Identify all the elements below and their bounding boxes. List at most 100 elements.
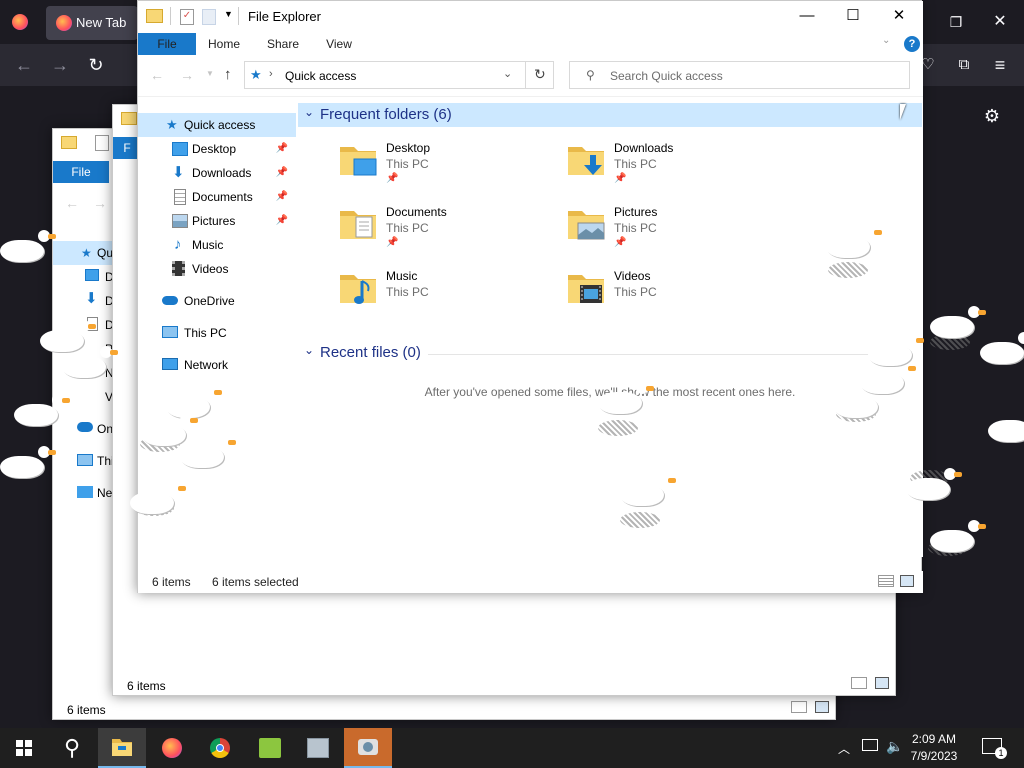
back-arrow-icon[interactable]: ← (150, 67, 164, 83)
star-icon: ★ (250, 67, 262, 82)
pin-icon: 📌 (386, 237, 399, 248)
back-arrow-icon[interactable]: ← (10, 51, 38, 79)
start-button[interactable] (0, 728, 48, 768)
nav-item-music[interactable]: ♪ Music (138, 233, 296, 257)
browser-close-icon[interactable]: ✕ (986, 8, 1014, 36)
folder-icon (146, 9, 163, 23)
forward-arrow-icon[interactable]: → (180, 67, 194, 83)
nav-item-label: Pictures (192, 214, 236, 228)
address-dropdown-icon[interactable]: ⌄ (503, 67, 512, 80)
recent-locations-icon[interactable]: ▼ (206, 69, 214, 78)
system-clock[interactable]: 2:09 AM 7/9/2023 (905, 731, 963, 765)
nav-item-this-pc[interactable]: This PC (138, 321, 296, 345)
new-folder-icon[interactable] (202, 9, 216, 25)
nav-item-label: Quick access (184, 118, 256, 132)
taskbar-app-camera[interactable] (344, 728, 392, 768)
maximize-button[interactable]: ☐ (830, 1, 876, 31)
folder-name: Downloads (614, 141, 674, 155)
folder-tile-downloads[interactable]: Downloads This PC 📌 (566, 139, 786, 195)
taskbar-app-green[interactable] (246, 728, 294, 768)
nav-item-quick-access[interactable]: ★ Quick access (138, 113, 296, 137)
ribbon-share-tab[interactable]: Share (258, 33, 308, 55)
network-icon (162, 358, 178, 370)
volume-muted-icon[interactable]: 🔈 (886, 738, 903, 755)
nav-item-downloads[interactable]: ⬇ Downloads 📌 (138, 161, 296, 185)
properties-icon[interactable]: ✓ (180, 9, 194, 25)
frequent-folders-header[interactable]: ⌄ Frequent folders (6) (298, 103, 922, 127)
folder-tile-pictures[interactable]: Pictures This PC 📌 (566, 203, 786, 259)
search-input[interactable]: ⚲ Search Quick access (569, 61, 910, 89)
minimize-button[interactable]: — (784, 1, 830, 31)
videos-folder-icon (566, 267, 606, 307)
browser-restore-icon[interactable]: ❐ (942, 8, 970, 36)
status-selected-count: 6 items selected (212, 575, 299, 589)
goose-shadow (598, 420, 638, 436)
folder-tile-music[interactable]: Music This PC (338, 267, 558, 323)
file-explorer-window[interactable]: ✓ ▼ File Explorer — ☐ ✕ File Home Share … (137, 0, 923, 593)
settings-gear-icon[interactable]: ⚙ (978, 102, 1006, 130)
nav-item-desktop[interactable]: Desktop 📌 (138, 137, 296, 161)
mouse-cursor-icon (900, 104, 912, 120)
taskbar-firefox[interactable] (148, 728, 196, 768)
goose-icon (930, 306, 986, 338)
breadcrumb-separator-icon[interactable]: › (269, 68, 273, 80)
menu-icon[interactable]: ≡ (986, 51, 1014, 79)
forward-arrow-icon[interactable]: → (46, 51, 74, 79)
pin-icon: 📌 (275, 143, 288, 154)
notification-badge: 1 (995, 747, 1007, 759)
recent-files-header[interactable]: ⌄ Recent files (0) (298, 341, 922, 365)
extensions-icon[interactable]: ⧉ (950, 51, 978, 79)
help-icon[interactable]: ? (904, 36, 920, 52)
back-arrow-icon[interactable]: ← (65, 195, 79, 211)
large-icons-view-icon[interactable] (900, 575, 914, 587)
up-arrow-icon[interactable]: ↑ (224, 66, 232, 83)
folder-tile-videos[interactable]: Videos This PC (566, 267, 786, 323)
pin-icon: 📌 (386, 173, 399, 184)
nav-item-label: Videos (192, 262, 229, 276)
music-icon: ♪ (174, 236, 182, 253)
details-view-icon[interactable] (878, 575, 894, 587)
large-icons-view-icon[interactable] (875, 677, 889, 689)
title-bar[interactable]: ✓ ▼ File Explorer — ☐ ✕ (138, 1, 923, 33)
ribbon-view-tab[interactable]: View (316, 33, 362, 55)
browser-tab[interactable]: New Tab (46, 6, 138, 40)
nav-item-label: Desktop (192, 142, 237, 156)
refresh-button[interactable]: ↻ (525, 61, 555, 89)
close-button[interactable]: ✕ (876, 1, 922, 31)
nav-item-network[interactable]: Network (138, 353, 296, 377)
notification-center-icon[interactable]: 1 (982, 738, 1007, 759)
goose-icon (0, 446, 56, 478)
firefox-icon (162, 738, 182, 758)
nav-item-videos[interactable]: Videos (138, 257, 296, 281)
large-icons-view-icon[interactable] (815, 701, 829, 713)
address-bar[interactable]: ★ › Quick access ⌄ (244, 61, 554, 89)
nav-item-onedrive[interactable]: OneDrive (138, 289, 296, 313)
expand-ribbon-icon[interactable]: ⌄ (882, 35, 890, 46)
star-icon: ★ (81, 246, 92, 260)
details-view-icon[interactable] (851, 677, 867, 689)
ribbon-home-tab[interactable]: Home (200, 33, 248, 55)
ribbon-file-tab[interactable]: File (53, 161, 109, 183)
pictures-icon (172, 214, 188, 228)
taskbar-app-gray[interactable] (294, 728, 342, 768)
show-hidden-icons-icon[interactable]: ︿ (838, 740, 850, 757)
ribbon-file-tab[interactable]: File (138, 33, 196, 55)
nav-item-pictures[interactable]: Pictures 📌 (138, 209, 296, 233)
reload-icon[interactable]: ↻ (82, 51, 110, 79)
customize-toolbar-icon[interactable]: ▼ (224, 9, 233, 19)
goose-icon (62, 346, 118, 378)
taskbar-chrome[interactable] (196, 728, 244, 768)
frequent-folders-title: Frequent folders (6) (320, 106, 452, 123)
search-taskbar-button[interactable]: ⚲ (48, 728, 96, 768)
folder-tile-documents[interactable]: Documents This PC 📌 (338, 203, 558, 259)
forward-arrow-icon[interactable]: → (93, 195, 107, 211)
status-bar: 6 items 6 items selected (138, 571, 923, 593)
network-status-icon[interactable] (862, 739, 878, 751)
folder-name: Music (386, 269, 418, 283)
nav-item-documents[interactable]: Documents 📌 (138, 185, 296, 209)
details-view-icon[interactable] (791, 701, 807, 713)
address-row: ← → ▼ ↑ ★ › Quick access ⌄ ↻ ⚲ Search Qu… (138, 55, 923, 97)
address-text[interactable]: Quick access (285, 69, 356, 83)
folder-tile-desktop[interactable]: Desktop This PC 📌 (338, 139, 558, 195)
taskbar-file-explorer[interactable] (98, 728, 146, 768)
